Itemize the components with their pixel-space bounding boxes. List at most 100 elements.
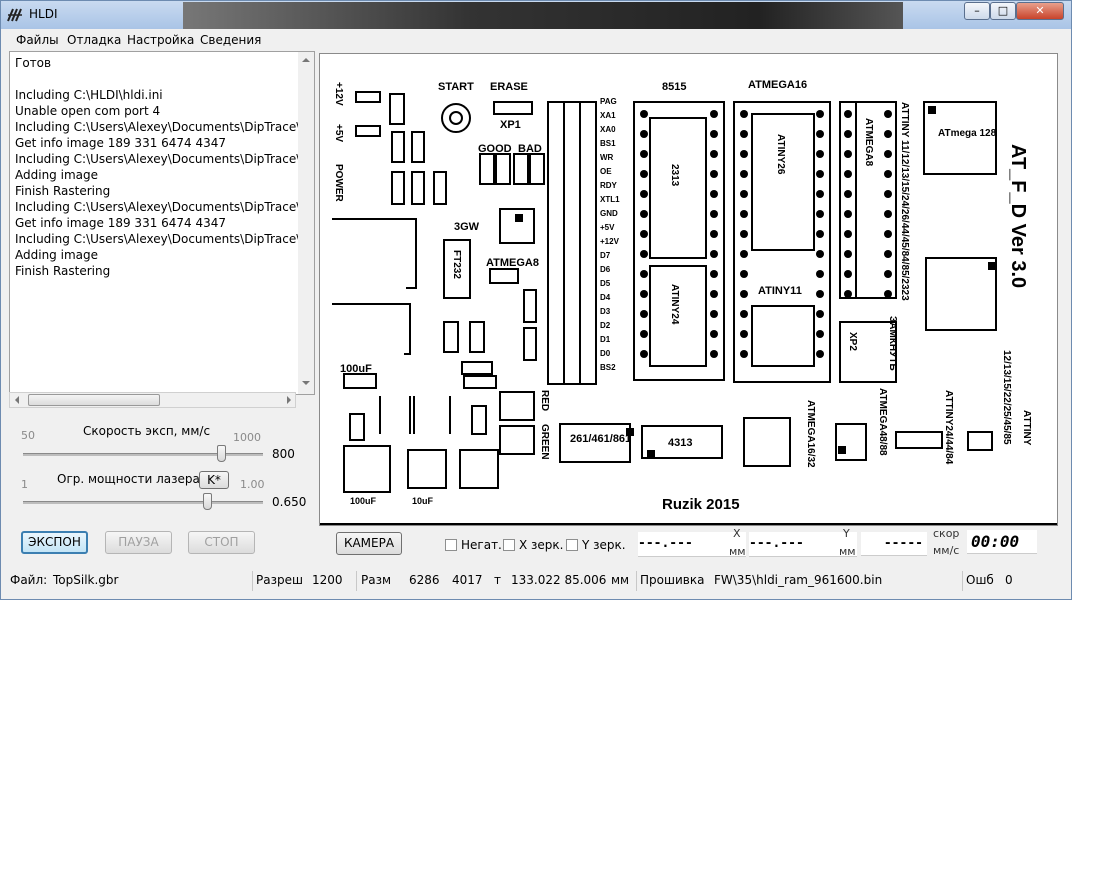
log-line: Get info image 189 331 6474 4347 <box>15 216 227 230</box>
speed-slider-track[interactable] <box>23 453 263 456</box>
pause-button[interactable]: ПАУЗА <box>105 531 172 554</box>
pcb-label-xp2: XP2 <box>847 332 858 351</box>
power-label: Огр. мощности лазера, <box>57 472 204 486</box>
pcb-pin-xtl1: XTL1 <box>600 195 620 204</box>
menu-info[interactable]: Сведения <box>200 33 261 47</box>
log-line: Including C:\Users\Alexey\Documents\DipT… <box>15 152 299 166</box>
log-scroll-thumb[interactable] <box>28 394 160 406</box>
log-line: Including C:\HLDI\hldi.ini <box>15 88 163 102</box>
pcb-author: Ruzik 2015 <box>662 496 740 513</box>
pcb-label-261-461-861: 261/461/861 <box>570 433 631 445</box>
log-line: Готов <box>15 56 52 70</box>
mm-label: мм <box>611 573 630 587</box>
x-unit: мм <box>729 545 746 558</box>
y-mirror-checkbox[interactable] <box>566 539 578 551</box>
power-slider-track[interactable] <box>23 501 263 504</box>
pcb-title: AT_F_D Ver 3.0 <box>1007 144 1029 288</box>
k-button[interactable]: K* <box>199 471 229 489</box>
pcb-label-atmega8: ATMEGA8 <box>486 257 539 269</box>
log-horizontal-scrollbar[interactable] <box>9 392 296 408</box>
pcb-pin-wr: WR <box>600 153 614 162</box>
pcb-label-atmega16-32: ATMEGA16/32 <box>805 400 816 468</box>
pcb-side-text-1: ATTINY 11/12/13/15/24/26/44/45/84/85/232… <box>899 102 910 301</box>
menu-files[interactable]: Файлы <box>16 33 59 47</box>
resolution-value: 1200 <box>312 573 343 587</box>
pcb-preview-canvas[interactable]: START ERASE 8515 ATMEGA16 XP1 GOOD BAD A… <box>319 53 1058 526</box>
error-count: 0 <box>1005 573 1013 587</box>
pcb-pin-d6: D6 <box>600 265 611 274</box>
maximize-button[interactable]: □ <box>990 2 1016 20</box>
x-mirror-label: X зерк. <box>519 538 564 552</box>
pcb-label-100nf: 100uF <box>340 363 372 375</box>
pcb-label-zamknut: ЗАМКНУТЬ <box>887 316 898 371</box>
log-line: Unable open com port 4 <box>15 104 161 118</box>
menu-settings[interactable]: Настройка <box>127 33 194 47</box>
pcb-side-text-2: 12/13/15/22/25/45/85 <box>1001 350 1012 445</box>
log-line: Get info image 189 331 6474 4347 <box>15 136 227 150</box>
pcb-silkscreen-image[interactable]: START ERASE 8515 ATMEGA16 XP1 GOOD BAD A… <box>320 54 1057 525</box>
power-max: 1.00 <box>240 478 265 491</box>
pcb-pin-bs1: BS1 <box>600 139 616 148</box>
negative-label: Негат. <box>461 538 502 552</box>
speed-readout-label: скор <box>933 527 960 540</box>
pcb-label-atmega48-88: ATMEGA48/88 <box>877 388 888 456</box>
stop-button[interactable]: СТОП <box>188 531 255 554</box>
negative-checkbox[interactable] <box>445 539 457 551</box>
title-bar[interactable]: HLDI – □ ✕ <box>1 1 1071 29</box>
camera-button[interactable]: КАМЕРА <box>336 532 402 555</box>
pcb-pin-d1: D1 <box>600 335 611 344</box>
pcb-ic-atiny26: ATINY26 <box>775 134 786 175</box>
pcb-pin-bs2: BS2 <box>600 363 616 372</box>
power-min: 1 <box>21 478 28 491</box>
pcb-pin-12v: +12V <box>600 237 620 246</box>
pcb-pin-5v: +5V <box>600 223 615 232</box>
window-title: HLDI <box>29 7 58 21</box>
log-line: Adding image <box>15 168 98 182</box>
power-value[interactable]: 0.650 <box>272 492 316 512</box>
log-line: Adding image <box>15 248 98 262</box>
t-label: т <box>494 573 501 587</box>
close-button[interactable]: ✕ <box>1016 2 1064 20</box>
y-mirror-label: Y зерк. <box>582 538 626 552</box>
scroll-down-icon[interactable] <box>302 380 310 386</box>
pcb-label-12v: +12V <box>333 82 344 106</box>
scroll-up-icon[interactable] <box>302 57 310 63</box>
app-icon <box>7 8 22 22</box>
pcb-pin-d7: D7 <box>600 251 611 260</box>
pcb-label-4313: 4313 <box>668 437 692 449</box>
status-bar: Файл: TopSilk.gbr Разреш 1200 Разм 6286 … <box>6 570 1068 592</box>
pcb-label-erase: ERASE <box>490 81 528 93</box>
log-line: Including C:\Users\Alexey\Documents\DipT… <box>15 232 299 246</box>
y-unit: мм <box>839 545 856 558</box>
x-coordinate-label: X <box>733 527 741 540</box>
speed-value[interactable]: 800 <box>272 444 316 464</box>
speed-max: 1000 <box>233 431 261 444</box>
pcb-label-bad: BAD <box>518 143 542 155</box>
x-mirror-checkbox[interactable] <box>503 539 515 551</box>
pcb-pin-gnd: GND <box>600 209 618 218</box>
status-separator <box>962 571 963 591</box>
y-coordinate-label: Y <box>843 527 850 540</box>
firmware-file: FW\35\hldi_ram_961600.bin <box>714 573 883 587</box>
pcb-label-green: GREEN <box>539 424 550 460</box>
status-separator <box>252 571 253 591</box>
status-separator <box>356 571 357 591</box>
pcb-label-atiny11: ATINY11 <box>758 285 802 297</box>
menu-debug[interactable]: Отладка <box>67 33 121 47</box>
pcb-pin-xa1: XA1 <box>600 111 616 120</box>
speed-slider-handle[interactable] <box>217 445 226 462</box>
log-panel[interactable]: Готов Including C:\HLDI\hldi.ini Unable … <box>9 51 315 395</box>
pcb-pin-d4: D4 <box>600 293 611 302</box>
scroll-left-icon[interactable] <box>14 396 20 404</box>
minimize-button[interactable]: – <box>964 2 990 20</box>
pcb-label-10uf: 10uF <box>412 496 434 506</box>
log-vertical-scrollbar[interactable] <box>298 52 314 394</box>
expose-button[interactable]: ЭКСПОН <box>21 531 88 554</box>
power-slider-handle[interactable] <box>203 493 212 510</box>
timer: 00:00 <box>967 530 1037 554</box>
pcb-label-atmega128: ATmega 128 <box>938 128 997 139</box>
log-line: Including C:\Users\Alexey\Documents\DipT… <box>15 200 299 214</box>
scroll-right-icon[interactable] <box>286 396 292 404</box>
pcb-pin-d2: D2 <box>600 321 611 330</box>
speed-readout: ----- <box>861 532 927 556</box>
